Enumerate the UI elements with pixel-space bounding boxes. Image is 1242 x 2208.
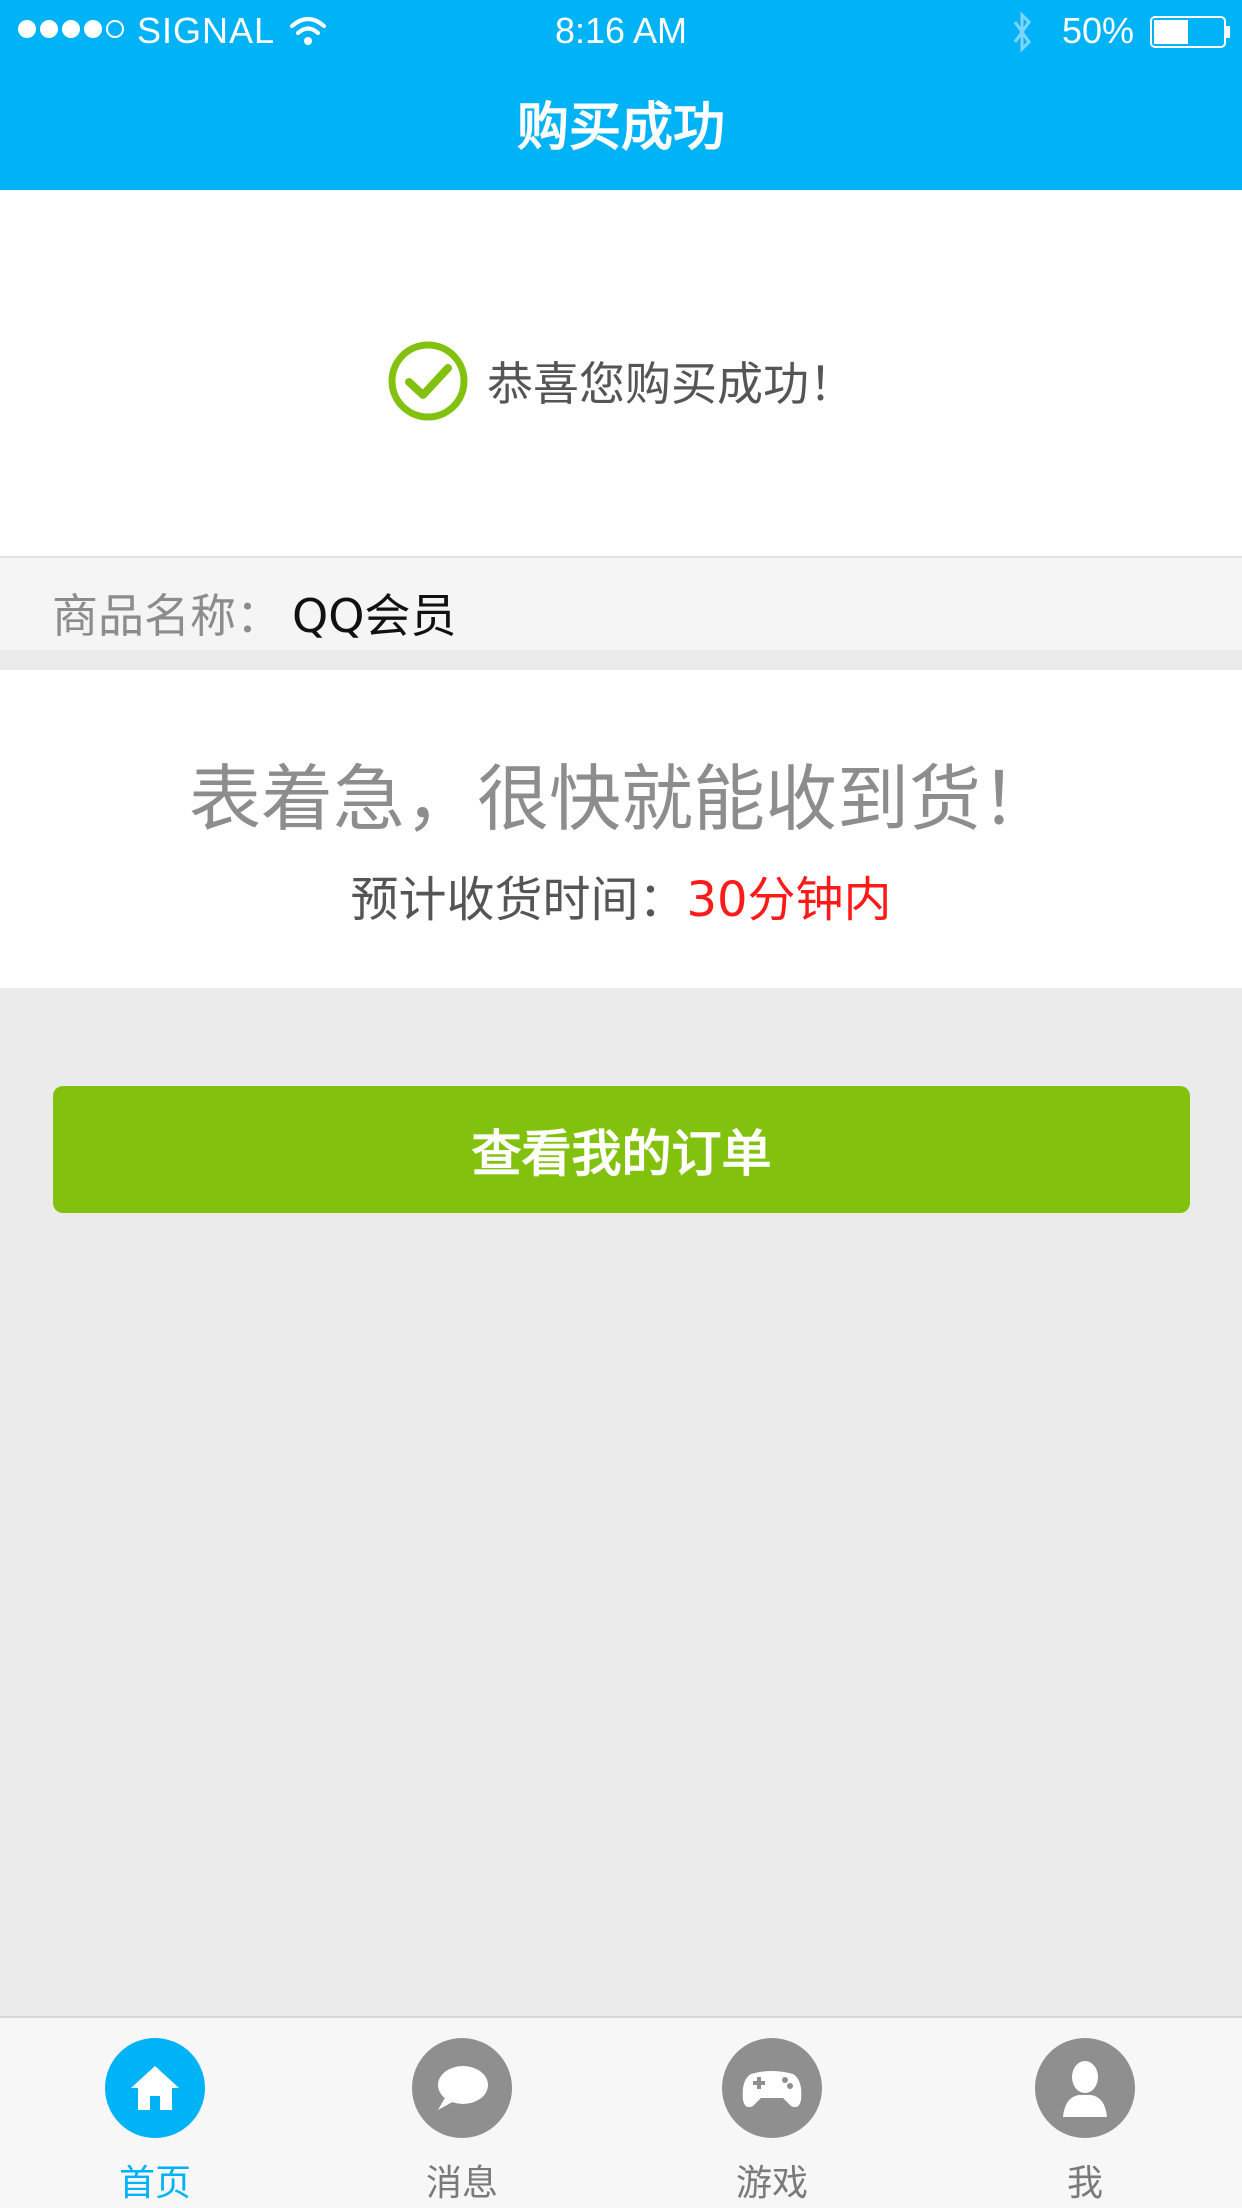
bluetooth-icon	[1013, 11, 1031, 53]
tab-messages[interactable]: 消息	[362, 2038, 562, 2206]
tab-me[interactable]: 我	[985, 2038, 1185, 2206]
tab-home-label: 首页	[118, 2163, 191, 2204]
page-title: 购买成功	[516, 98, 725, 158]
top-bar: SIGNAL 8:16 AM 50% 购买成功	[0, 0, 1242, 190]
gamepad-icon	[722, 2038, 822, 2138]
success-message: 恭喜您购买成功！	[487, 357, 855, 411]
purchase-success-screen: SIGNAL 8:16 AM 50% 购买成功 恭喜您购买成功！ 商品名称： Q…	[0, 0, 1242, 2208]
home-icon	[105, 2038, 205, 2138]
product-name-label: 商品名称：	[52, 589, 282, 643]
tab-messages-label: 消息	[425, 2163, 498, 2204]
eta-row: 预计收货时间：30分钟内	[0, 860, 1242, 930]
status-time: 8:16 AM	[554, 10, 688, 51]
eta-value: 30分钟内	[686, 872, 892, 928]
eta-label: 预计收货时间：	[350, 872, 687, 928]
delivery-headline: 表着急，很快就能收到货！	[188, 757, 1053, 841]
checkmark-circle-icon	[388, 341, 468, 421]
tab-me-label: 我	[1066, 2163, 1103, 2204]
product-name-row: 商品名称： QQ会员	[0, 556, 1242, 650]
delivery-info-card: 表着急，很快就能收到货！ 预计收货时间：30分钟内	[0, 670, 1242, 988]
tab-games[interactable]: 游戏	[672, 2038, 872, 2206]
tab-games-label: 游戏	[735, 2163, 808, 2204]
view-orders-button[interactable]: 查看我的订单	[53, 1086, 1190, 1213]
success-card: 恭喜您购买成功！	[0, 190, 1242, 556]
success-message-row: 恭喜您购买成功！	[0, 340, 1242, 422]
status-bar: SIGNAL 8:16 AM 50%	[0, 0, 1242, 62]
tab-bar: 首页 消息 游戏 我	[0, 2016, 1242, 2208]
message-icon	[412, 2038, 512, 2138]
product-name-value: QQ会员	[292, 589, 457, 643]
tab-home[interactable]: 首页	[55, 2038, 255, 2206]
user-icon	[1035, 2038, 1135, 2138]
battery-percentage: 50%	[1062, 10, 1135, 51]
battery-icon	[1150, 16, 1230, 48]
